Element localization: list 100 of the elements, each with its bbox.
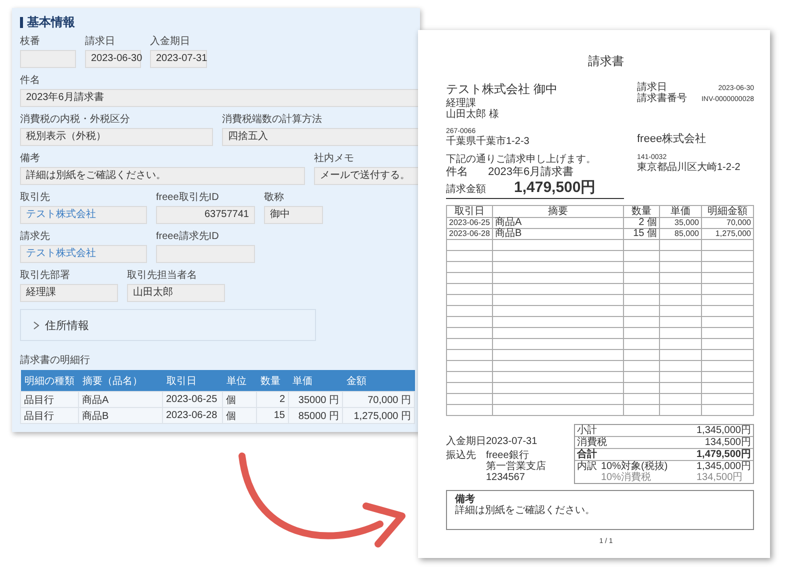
breakdown-item-value: 1,345,000円 — [696, 461, 751, 472]
table-cell: 商品B — [78, 408, 162, 424]
total-label: 消費税 — [577, 437, 607, 448]
text-field[interactable]: 税別表示（外税） — [20, 128, 213, 146]
table-cell: 個 — [222, 408, 256, 424]
address-section-toggle[interactable]: 住所情報 — [20, 309, 316, 341]
table-cell: 2023-06-25 — [446, 218, 492, 228]
column-header: 摘要（品名） — [78, 370, 162, 392]
text-field[interactable]: メールで送付する。 — [314, 167, 420, 185]
amount-label: 請求金額 — [446, 184, 486, 195]
field-label: 取引先部署 — [20, 270, 71, 282]
section-title: 基本情報 — [27, 14, 75, 30]
field-label: 請求先 — [20, 231, 51, 243]
payment-value: freee銀行 — [486, 450, 529, 461]
table-cell: 70,000 円 — [342, 392, 414, 408]
table-cell: 70,000 — [702, 218, 754, 228]
column-header: 単価 — [660, 206, 702, 218]
breakdown-item-label: 10%消費税 — [601, 472, 652, 483]
table-cell: 商品B — [492, 228, 624, 240]
column-header: 単価 — [288, 370, 342, 392]
column-header: 摘要 — [492, 206, 624, 218]
remarks-text: 詳細は別紙をご確認ください。 — [455, 505, 596, 516]
column-header: 金額 — [342, 370, 414, 392]
breakdown-label: 内訳 — [577, 461, 598, 472]
meta-label: 請求日 — [637, 82, 667, 93]
issuer-address: 東京都品川区大崎1-2-2 — [637, 162, 742, 173]
payment-value: 1234567 — [486, 472, 526, 483]
table-cell: 15 個 — [624, 228, 660, 240]
field-label: 件名 — [20, 75, 41, 87]
table-cell: 35,000 — [660, 218, 702, 228]
table-cell: 商品A — [78, 392, 162, 408]
subject-value: 2023年6月請求書 — [488, 166, 574, 179]
payment-value: 2023-07-31 — [486, 436, 538, 447]
field-label: 入金期日 — [150, 36, 191, 48]
text-field[interactable]: 詳細は別紙をご確認ください。 — [20, 167, 305, 185]
text-field[interactable] — [20, 50, 76, 68]
total-value: 1,479,500円 — [696, 449, 751, 460]
column-header: 明細の種類 — [20, 370, 78, 392]
text-field[interactable]: 63757741 — [156, 206, 255, 224]
table-cell: 1,275,000 — [702, 228, 754, 240]
field-label: 枝番 — [20, 36, 41, 48]
text-field[interactable]: 四捨五入 — [222, 128, 420, 146]
total-value: 1,345,000円 — [696, 425, 751, 436]
invoice-title: 請求書 — [588, 54, 624, 68]
total-label: 合計 — [577, 449, 597, 460]
table-cell: 85,000 — [660, 228, 702, 240]
breakdown-item-value: 134,500円 — [696, 472, 744, 483]
meta-label: 請求書番号 — [637, 93, 687, 104]
column-header: 明細金額 — [702, 206, 754, 218]
text-field[interactable]: 山田太郎 — [127, 284, 225, 302]
column-header: 単位 — [222, 370, 256, 392]
table-cell: 個 — [222, 392, 256, 408]
field-label: freee請求先ID — [156, 231, 220, 243]
recipient-department: 経理課 — [446, 98, 476, 109]
table-cell: 1,275,000 円 — [342, 408, 414, 424]
text-field[interactable]: 2023-07-31 — [150, 50, 207, 68]
payment-value: 第一営業支店 — [486, 461, 546, 472]
table-cell: 2023-06-28 — [446, 228, 492, 240]
chevron-right-icon — [33, 320, 40, 330]
recipient-name: テスト株式会社 御中 — [446, 82, 558, 97]
subject-label: 件名 — [446, 166, 468, 179]
column-header: 取引日 — [446, 206, 492, 218]
table-cell: 品目行 — [20, 392, 78, 408]
text-field[interactable]: 経理課 — [20, 284, 118, 302]
payment-label: 振込先 — [446, 450, 477, 463]
column-header: 取引日 — [162, 370, 222, 392]
field-label: 取引先担当者名 — [127, 270, 198, 282]
table-cell: 商品A — [492, 218, 624, 228]
field-label: 取引先 — [20, 192, 51, 204]
text-field[interactable]: テスト株式会社 — [20, 245, 147, 263]
breakdown-item-label: 10%対象(税抜) — [601, 461, 669, 472]
text-field[interactable]: 2023年6月請求書 — [20, 89, 420, 107]
total-label: 小計 — [577, 425, 597, 436]
payment-label: 入金期日 — [446, 436, 486, 447]
text-field[interactable]: テスト株式会社 — [20, 206, 147, 224]
greeting-text: 下記の通りご請求申し上げます。 — [446, 154, 597, 165]
text-field[interactable] — [156, 245, 255, 263]
table-cell: 35000 円 — [288, 392, 342, 408]
field-label: 請求日 — [85, 36, 116, 48]
text-field[interactable]: 御中 — [264, 206, 323, 224]
table-cell: 2 — [256, 392, 288, 408]
table-cell: 2023-06-28 — [162, 408, 222, 424]
column-header: 数量 — [624, 206, 660, 218]
remarks-label: 備考 — [455, 494, 476, 505]
table-cell: 2023-06-25 — [162, 392, 222, 408]
field-label: 社内メモ — [314, 153, 355, 165]
table-cell: 品目行 — [20, 408, 78, 424]
table-cell: 85000 円 — [288, 408, 342, 424]
recipient-address: 千葉県千葉市1-2-3 — [446, 136, 530, 147]
field-label: 消費税の内税・外税区分 — [20, 114, 131, 126]
column-header: 数量 — [256, 370, 288, 392]
field-label: 備考 — [20, 153, 41, 165]
field-label: 敬称 — [264, 192, 285, 204]
recipient-person: 山田太郎 様 — [446, 109, 500, 120]
text-field[interactable]: 2023-06-30 — [85, 50, 141, 68]
section-label: 請求書の明細行 — [20, 355, 91, 367]
field-label: 消費税端数の計算方法 — [222, 114, 323, 126]
total-value: 134,500円 — [704, 437, 751, 448]
amount-value: 1,479,500円 — [514, 179, 596, 197]
table-cell: 2 個 — [624, 218, 660, 228]
